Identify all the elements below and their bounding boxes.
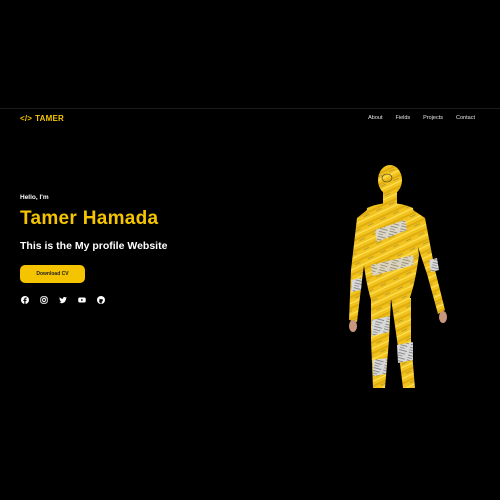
- hero-name: Tamer Hamada: [20, 208, 159, 229]
- main-nav: About Fields Projects Contact: [368, 115, 475, 121]
- nav-item-fields[interactable]: Fields: [395, 115, 410, 121]
- code-icon: </>: [20, 114, 33, 123]
- hero-tagline: This is the My profile Website: [20, 240, 168, 252]
- nav-item-about[interactable]: About: [368, 115, 382, 121]
- nav-item-projects[interactable]: Projects: [423, 115, 443, 121]
- facebook-icon[interactable]: [21, 296, 29, 304]
- youtube-icon[interactable]: [78, 296, 86, 304]
- greeting: Hello, I'm: [20, 194, 49, 201]
- nav-item-contact[interactable]: Contact: [456, 115, 475, 121]
- instagram-icon[interactable]: [40, 296, 48, 304]
- header-divider: [0, 108, 500, 109]
- figure-body: [349, 165, 447, 388]
- social-links: [21, 296, 105, 304]
- twitter-icon[interactable]: [59, 296, 67, 304]
- brand-name: TAMER: [35, 114, 65, 123]
- download-cv-button[interactable]: Download CV: [20, 265, 85, 283]
- hero-figure-image: [349, 165, 447, 388]
- brand-logo[interactable]: </> TAMER: [20, 114, 64, 123]
- github-icon[interactable]: [97, 296, 105, 304]
